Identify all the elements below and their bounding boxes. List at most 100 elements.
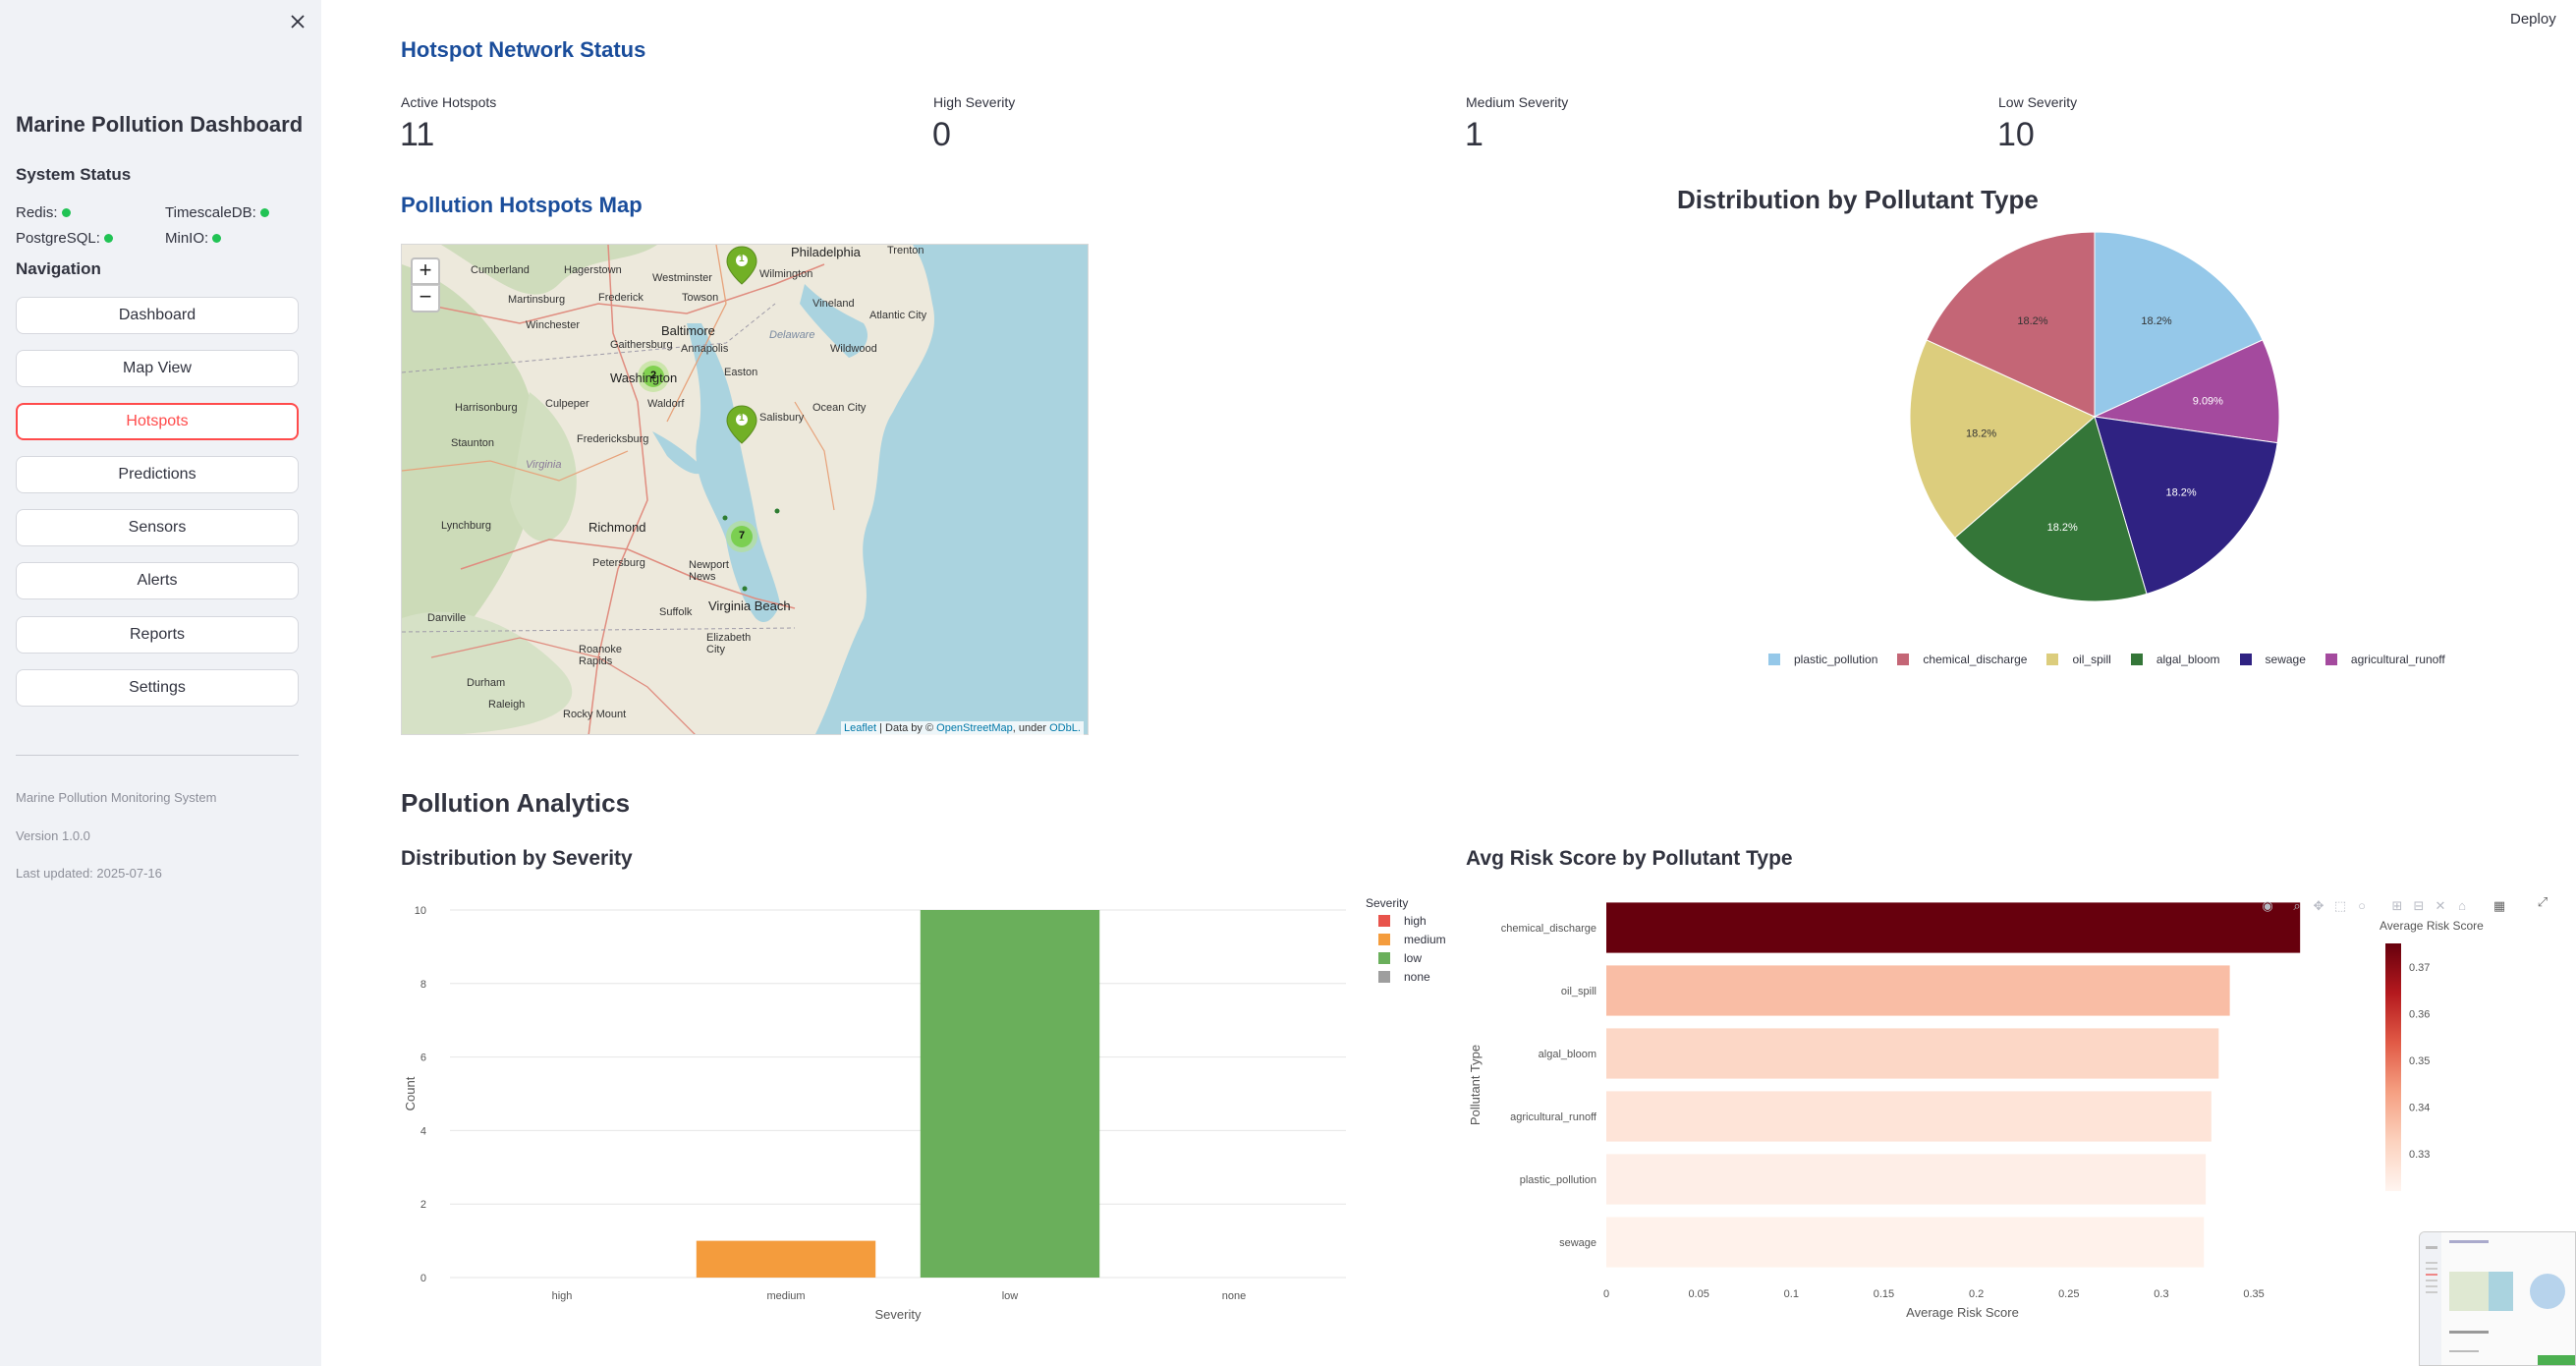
deploy-button[interactable]: Deploy (2510, 11, 2556, 28)
y-tick-label: agricultural_runoff (1510, 1111, 1597, 1123)
network-status-title: Hotspot Network Status (401, 37, 646, 62)
service-label: TimescaleDB: (165, 204, 256, 221)
osm-link[interactable]: OpenStreetMap (936, 722, 1013, 734)
map-place-label: Petersburg (592, 557, 645, 569)
nav-button-alerts[interactable]: Alerts (16, 562, 299, 599)
system-status-heading: System Status (16, 165, 132, 184)
legend-label: none (1404, 970, 1430, 984)
analytics-title: Pollution Analytics (401, 788, 631, 818)
map-place-label: Towson (682, 292, 719, 304)
metric-label-active: Active Hotspots (401, 94, 497, 110)
nav-button-sensors[interactable]: Sensors (16, 509, 299, 546)
legend-label: agricultural_runoff (2350, 653, 2445, 666)
risk-bar-chart[interactable]: chemical_discharge oil_spill algal_bloomag… (1454, 884, 2564, 1356)
plotly-logo-icon[interactable]: ▦ (2492, 898, 2507, 914)
metric-value-high: 0 (932, 116, 951, 153)
map-marker-count[interactable]: 1 (739, 254, 745, 264)
legend-item-chemical_discharge[interactable]: chemical_discharge (1897, 653, 2027, 666)
bar-medium[interactable] (696, 1240, 876, 1278)
y-axis-title: Pollutant Type (1468, 1045, 1483, 1125)
home-icon[interactable]: ⌂ (2454, 898, 2470, 914)
odbl-link[interactable]: ODbL. (1049, 722, 1081, 734)
nav-button-settings[interactable]: Settings (16, 669, 299, 707)
legend-label: high (1404, 914, 1427, 928)
sidebar-title: Marine Pollution Dashboard (16, 112, 304, 137)
zoom-out-icon[interactable]: ⊟ (2411, 898, 2427, 914)
legend-swatch (2130, 654, 2143, 665)
severity-legend-item-none[interactable]: none (1378, 970, 1430, 984)
pie-slice-label: 9.09% (2193, 395, 2223, 407)
autoscale-icon[interactable]: ✕ (2433, 898, 2448, 914)
nav-button-hotspots[interactable]: Hotspots (16, 403, 299, 440)
camera-icon[interactable]: ◉ (2260, 898, 2275, 914)
bar-plastic_pollution[interactable] (1606, 1154, 2207, 1205)
zoom-in-icon[interactable]: ⊞ (2389, 898, 2405, 914)
box-select-icon[interactable]: ⬚ (2332, 898, 2348, 914)
legend-swatch (1768, 654, 1780, 665)
severity-legend-item-medium[interactable]: medium (1378, 933, 1446, 946)
severity-legend-item-low[interactable]: low (1378, 951, 1422, 965)
map-place-label: Fredericksburg (577, 433, 649, 445)
legend-swatch (2046, 654, 2059, 665)
map-marker-count[interactable]: 1 (739, 413, 745, 424)
bar-oil_spill[interactable] (1606, 965, 2230, 1016)
map-title: Pollution Hotspots Map (401, 193, 643, 217)
map-cluster-count[interactable]: 2 (650, 370, 656, 381)
bar-agricultural_runoff[interactable] (1606, 1091, 2212, 1142)
nav-button-reports[interactable]: Reports (16, 616, 299, 654)
fullscreen-icon[interactable]: ⤢ (2535, 894, 2550, 910)
legend-item-agricultural_runoff[interactable]: agricultural_runoff (2324, 653, 2445, 666)
map-place-label: Martinsburg (508, 294, 566, 306)
legend-item-plastic_pollution[interactable]: plastic_pollution (1768, 653, 1877, 666)
map-place-label: Waldorf (647, 398, 685, 410)
footer-last-updated: Last updated: 2025-07-16 (16, 866, 162, 881)
legend-label: algal_bloom (2156, 653, 2220, 666)
zoom-in-button[interactable]: + (411, 257, 440, 285)
sidebar: Marine Pollution Dashboard System Status… (0, 0, 321, 1366)
legend-item-sewage[interactable]: sewage (2239, 653, 2306, 666)
legend-swatch (1897, 654, 1910, 665)
bar-low[interactable] (920, 910, 1100, 1278)
bar-chemical_discharge[interactable] (1606, 902, 2301, 953)
status-dot-icon (212, 234, 222, 243)
hotspots-map[interactable]: Philadelphia Cumberland Hagerstown Westm… (401, 244, 1089, 735)
bar-algal_bloom[interactable] (1606, 1028, 2219, 1079)
nav-button-predictions[interactable]: Predictions (16, 456, 299, 493)
pan-icon[interactable]: ✥ (2311, 898, 2326, 914)
y-axis-title: Count (403, 1076, 418, 1110)
legend-label: chemical_discharge (1923, 653, 2028, 666)
legend-item-algal_bloom[interactable]: algal_bloom (2130, 653, 2220, 666)
map-place-label: Culpeper (545, 398, 589, 410)
bar-sewage[interactable] (1606, 1217, 2205, 1268)
nav-button-map-view[interactable]: Map View (16, 350, 299, 387)
map-place-label: Roanoke Rapids (579, 644, 623, 667)
metric-value-medium: 1 (1465, 116, 1484, 153)
map-place-label: Raleigh (488, 699, 526, 711)
map-place-label: Westminster (652, 272, 712, 284)
nav-button-dashboard[interactable]: Dashboard (16, 297, 299, 334)
legend-label: medium (1404, 933, 1446, 946)
zoom-icon[interactable]: ⌕ (2289, 898, 2305, 914)
sidebar-divider (16, 755, 299, 756)
attribution-text: , under (1012, 722, 1050, 734)
legend-swatch (2239, 654, 2252, 665)
map-place-label: Atlantic City (869, 310, 927, 321)
pie-slice-label: 18.2% (2047, 522, 2078, 534)
close-sidebar-icon[interactable] (288, 12, 308, 31)
risk-chart-title: Avg Risk Score by Pollutant Type (1466, 847, 1793, 870)
y-tick-label: 4 (420, 1125, 426, 1137)
x-tick-label: 0.25 (2058, 1288, 2079, 1300)
map-place-label: Ocean City (812, 402, 867, 414)
colorbar (2385, 943, 2401, 1191)
page-thumbnail-preview[interactable] (2419, 1231, 2576, 1366)
leaflet-link[interactable]: Leaflet (844, 722, 876, 734)
pie-chart[interactable]: 18.2% 9.09% 18.2% 18.2% 18.2% 18.2% (1888, 210, 2301, 623)
lasso-icon[interactable]: ○ (2354, 898, 2370, 914)
legend-item-oil_spill[interactable]: oil_spill (2046, 653, 2111, 666)
map-cluster-count[interactable]: 7 (739, 530, 745, 541)
legend-label: oil_spill (2072, 653, 2111, 666)
zoom-out-button[interactable]: − (411, 285, 440, 313)
severity-bar-chart[interactable]: 0 2 4 6 8 10 high medium low none Severity Count (373, 884, 1375, 1356)
colorbar-tick-label: 0.34 (2409, 1102, 2430, 1113)
severity-legend-item-high[interactable]: high (1378, 914, 1427, 928)
